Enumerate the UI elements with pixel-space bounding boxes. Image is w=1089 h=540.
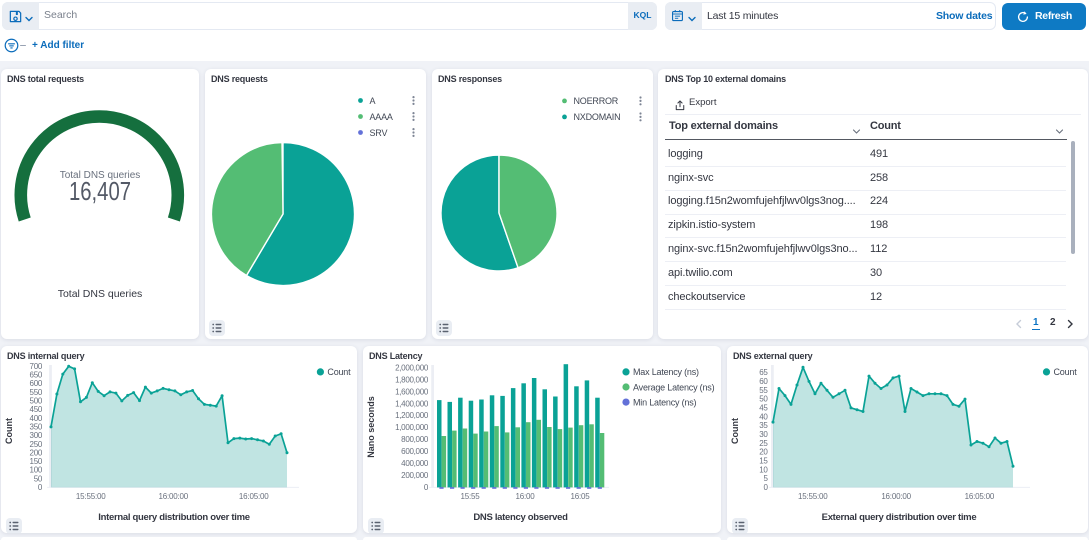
svg-text:50: 50 (759, 395, 768, 404)
svg-text:60: 60 (759, 377, 768, 386)
svg-text:55: 55 (759, 386, 768, 395)
svg-text:16:00:00: 16:00:00 (881, 492, 911, 501)
svg-text:16:00:00: 16:00:00 (159, 492, 189, 501)
svg-text:15:55: 15:55 (460, 492, 480, 501)
svg-text:1,600,000: 1,600,000 (395, 387, 429, 396)
svg-text:1,400,000: 1,400,000 (395, 399, 429, 408)
svg-text:300: 300 (30, 431, 43, 440)
svg-text:Average Latency (ns): Average Latency (ns) (633, 382, 715, 392)
svg-text:25: 25 (759, 439, 768, 448)
svg-text:20: 20 (759, 448, 768, 457)
svg-text:0: 0 (424, 483, 429, 492)
svg-text:100: 100 (30, 466, 43, 475)
svg-text:400,000: 400,000 (401, 459, 429, 468)
svg-text:Nano seconds: Nano seconds (366, 396, 376, 458)
svg-text:700: 700 (30, 362, 43, 371)
svg-text:16:05:00: 16:05:00 (965, 492, 995, 501)
svg-text:Count: Count (327, 367, 351, 377)
svg-text:NXDOMAIN: NXDOMAIN (574, 112, 621, 122)
svg-text:Max Latency (ns): Max Latency (ns) (633, 367, 699, 377)
svg-text:600: 600 (30, 379, 43, 388)
svg-text:500: 500 (30, 397, 43, 406)
svg-text:16:05:00: 16:05:00 (239, 492, 269, 501)
svg-text:200: 200 (30, 448, 43, 457)
svg-text:5: 5 (763, 474, 768, 483)
svg-text:30: 30 (759, 430, 768, 439)
svg-text:15: 15 (759, 457, 768, 466)
svg-text:150: 150 (30, 457, 43, 466)
svg-text:16:00: 16:00 (515, 492, 535, 501)
svg-text:2,000,000: 2,000,000 (395, 363, 429, 372)
svg-text:Min Latency (ns): Min Latency (ns) (633, 397, 697, 407)
svg-text:15:55:00: 15:55:00 (798, 492, 828, 501)
svg-text:550: 550 (30, 388, 43, 397)
svg-text:200,000: 200,000 (401, 471, 429, 480)
svg-text:45: 45 (759, 404, 768, 413)
svg-text:65: 65 (759, 368, 768, 377)
svg-text:600,000: 600,000 (401, 447, 429, 456)
svg-text:Count: Count (4, 418, 14, 444)
svg-text:800,000: 800,000 (401, 435, 429, 444)
svg-text:1,800,000: 1,800,000 (395, 375, 429, 384)
svg-text:SRV: SRV (370, 128, 388, 138)
svg-text:650: 650 (30, 371, 43, 380)
svg-text:35: 35 (759, 421, 768, 430)
svg-text:450: 450 (30, 405, 43, 414)
svg-text:16:05: 16:05 (570, 492, 590, 501)
svg-text:0: 0 (38, 483, 43, 492)
svg-text:0: 0 (763, 483, 768, 492)
svg-text:1,200,000: 1,200,000 (395, 411, 429, 420)
svg-text:A: A (370, 96, 376, 106)
svg-text:350: 350 (30, 423, 43, 432)
svg-text:250: 250 (30, 440, 43, 449)
svg-text:1,000,000: 1,000,000 (395, 423, 429, 432)
svg-text:10: 10 (759, 465, 768, 474)
svg-text:400: 400 (30, 414, 43, 423)
svg-text:NOERROR: NOERROR (574, 96, 619, 106)
svg-text:50: 50 (34, 474, 43, 483)
svg-text:40: 40 (759, 412, 768, 421)
svg-text:Count: Count (1054, 367, 1078, 377)
svg-text:15:55:00: 15:55:00 (76, 492, 106, 501)
svg-text:AAAA: AAAA (370, 112, 393, 122)
svg-text:Count: Count (730, 418, 740, 444)
